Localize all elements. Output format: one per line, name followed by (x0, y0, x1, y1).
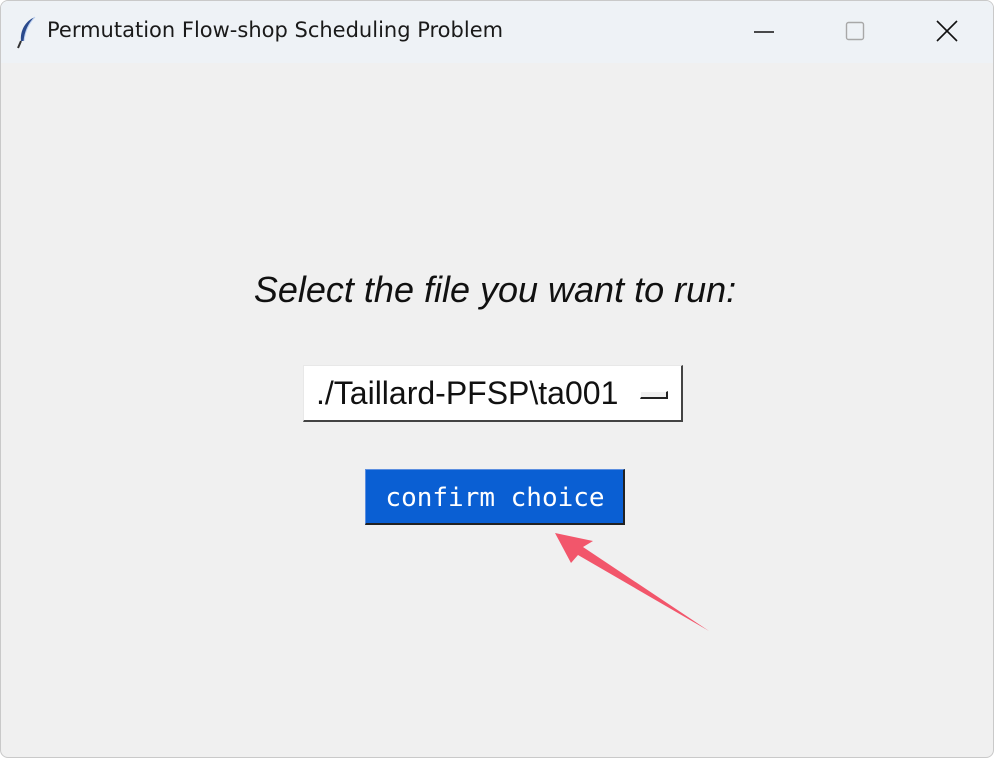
close-button[interactable] (902, 1, 992, 63)
minimize-button[interactable] (719, 1, 809, 63)
file-option-menu[interactable]: ./Taillard-PFSP\ta001 (303, 365, 683, 422)
option-menu-indicator-icon (640, 391, 668, 399)
app-window: Permutation Flow-shop Scheduling Problem… (0, 0, 994, 758)
title-bar[interactable]: Permutation Flow-shop Scheduling Problem (1, 1, 993, 63)
annotation-arrow-icon (541, 525, 721, 635)
confirm-choice-button[interactable]: confirm choice (365, 469, 625, 525)
selected-file-value: ./Taillard-PFSP\ta001 (316, 375, 619, 411)
feather-icon (15, 15, 39, 49)
window-title: Permutation Flow-shop Scheduling Problem (47, 18, 504, 42)
main-content: Select the file you want to run: ./Taill… (1, 63, 993, 757)
file-prompt-label: Select the file you want to run: (253, 269, 737, 310)
confirm-choice-label: confirm choice (385, 483, 605, 513)
maximize-button[interactable] (810, 1, 900, 63)
